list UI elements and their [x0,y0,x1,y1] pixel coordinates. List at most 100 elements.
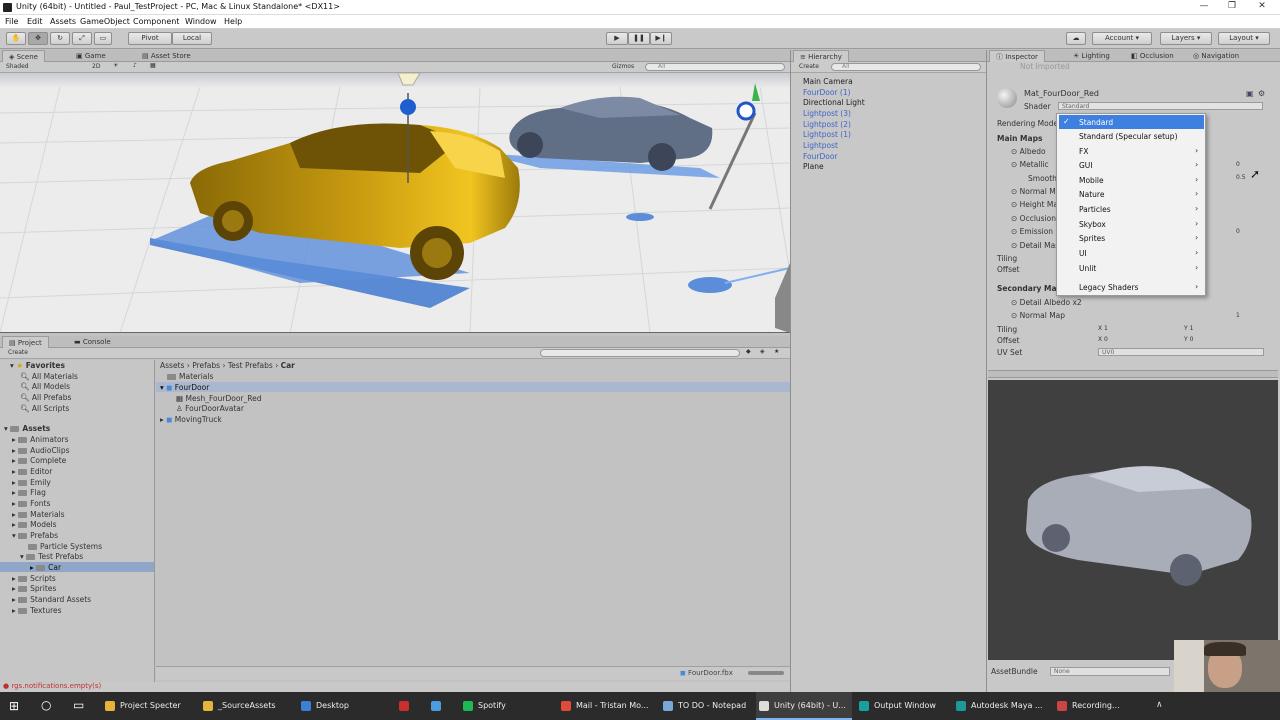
asset-folder[interactable]: ▸ Editor [12,467,52,476]
preview-divider[interactable] [988,370,1278,378]
hierarchy-item[interactable]: FourDoor (1) [803,88,851,97]
hierarchy-search-input[interactable]: All [831,63,981,71]
taskbar-item[interactable]: Mail - Tristan Mo... [558,692,654,720]
shader-menu-fx[interactable]: FX [1079,147,1088,156]
layout-dropdown[interactable]: Layout ▾ [1218,32,1270,45]
tab-hierarchy[interactable]: ≡ Hierarchy [793,50,849,62]
light-toggle-icon[interactable]: ☀ [113,62,118,69]
scene-search-input[interactable]: All [645,63,785,71]
menu-component[interactable]: Component [133,17,179,26]
2d-toggle[interactable]: 2D [92,63,100,70]
file-item[interactable]: Materials [167,372,213,381]
file-item[interactable]: ▸ ◼ MovingTruck [160,415,222,424]
help-icon[interactable]: ▣ [1246,89,1254,98]
menu-help[interactable]: Help [224,17,242,26]
height-map-label[interactable]: ⊙ Height Map [1011,200,1063,209]
asset-folder[interactable]: ▸ AudioClips [12,446,70,455]
breadcrumb-item-current[interactable]: Car [281,361,295,370]
hierarchy-item[interactable]: Lightpost (1) [803,130,851,139]
shader-menu-skybox[interactable]: Skybox [1079,220,1106,229]
favorite-item[interactable]: 🔍︎ All Materials [20,372,78,381]
tab-occlusion[interactable]: ◧ Occlusion [1125,50,1180,62]
shader-menu-legacy[interactable]: Legacy Shaders [1079,283,1138,292]
asset-folder[interactable]: ▸ Textures [12,606,62,615]
cloud-icon[interactable]: ☁ [1066,32,1086,45]
asset-folder[interactable]: ▾ Prefabs [12,531,58,540]
hierarchy-item[interactable]: Lightpost [803,141,838,150]
hierarchy-item[interactable]: Lightpost (2) [803,120,851,129]
assetbundle-dropdown[interactable]: None [1050,667,1170,676]
favorite-item[interactable]: 🔍︎ All Models [20,382,70,391]
breadcrumb-item[interactable]: Prefabs [192,361,220,370]
file-item[interactable]: ▦ Mesh_FourDoor_Red [176,394,262,403]
asset-folder[interactable]: ▸ Animators [12,435,69,444]
taskbar-item[interactable]: Recording... [1054,692,1150,720]
favorites-header[interactable]: ▾ ★ Favorites [10,361,65,370]
breadcrumb-item[interactable]: Test Prefabs [228,361,273,370]
tab-project[interactable]: ▤ Project [2,336,49,348]
hierarchy-item[interactable]: Directional Light [803,98,865,107]
asset-folder-car[interactable]: ▸ Car [30,563,61,572]
taskbar-item-active[interactable]: Unity (64bit) - U... [756,692,852,720]
taskbar-item-vivaldi[interactable] [396,692,422,720]
star-icon[interactable]: ★ [774,348,779,355]
icon-size-slider[interactable] [748,671,784,675]
asset-folder[interactable]: ▸ Scripts [12,574,56,583]
taskbar-item[interactable]: Spotify [460,692,552,720]
asset-folder[interactable]: Particle Systems [28,542,102,551]
shader-menu-mobile[interactable]: Mobile [1079,176,1104,185]
file-item[interactable]: ♙ FourDoorAvatar [176,404,244,413]
tiling-2-y[interactable]: Y 1 [1184,325,1193,332]
taskbar-item[interactable]: Autodesk Maya ... [953,692,1049,720]
material-preview-area[interactable] [988,380,1278,660]
tab-navigation[interactable]: ◎ Navigation [1187,50,1245,62]
menu-edit[interactable]: Edit [27,17,43,26]
play-icon[interactable]: ▶ [606,32,628,45]
assets-header[interactable]: ▾ Assets [4,424,50,433]
effects-toggle-icon[interactable]: ▦ [150,62,156,69]
favorite-item[interactable]: 🔍︎ All Scripts [20,404,69,413]
audio-toggle-icon[interactable]: ♪ [133,62,137,69]
tab-game[interactable]: ▣ Game [70,50,112,62]
asset-folder[interactable]: ▸ Standard Assets [12,595,91,604]
close-icon[interactable]: ✕ [1248,1,1276,13]
account-dropdown[interactable]: Account ▾ [1092,32,1152,45]
windows-start-icon[interactable]: ⊞ [9,699,19,713]
shader-menu-standard[interactable]: Standard [1079,118,1113,127]
shader-dropdown[interactable]: Standard [1058,102,1263,110]
shader-menu-nature[interactable]: Nature [1079,190,1104,199]
scale-tool-icon[interactable]: ⤢ [72,32,92,45]
menu-gameobject[interactable]: GameObject [80,17,130,26]
move-tool-icon[interactable]: ✥ [28,32,48,45]
console-status-bar[interactable]: ● rgs.notifications.empty(s) [0,682,790,692]
scene-view[interactable] [0,73,790,333]
local-toggle[interactable]: Local [172,32,212,45]
uv-set-dropdown[interactable]: UV0 [1098,348,1264,356]
task-view-icon[interactable]: ▭ [73,698,84,712]
shader-menu-sprites[interactable]: Sprites [1079,234,1105,243]
metallic-label[interactable]: ⊙ Metallic [1011,160,1049,169]
hierarchy-item[interactable]: FourDoor [803,152,838,161]
hierarchy-create-dropdown[interactable]: Create [799,63,819,70]
taskbar-item-chrome[interactable] [428,692,454,720]
smoothness-value[interactable]: 0.5 [1236,174,1246,181]
tab-inspector[interactable]: ⓘ Inspector [989,50,1045,62]
taskbar-item[interactable]: Project Specter [102,692,198,720]
menu-assets[interactable]: Assets [50,17,76,26]
hierarchy-item[interactable]: Main Camera [803,77,853,86]
pause-icon[interactable]: ❚❚ [628,32,650,45]
asset-folder[interactable]: ▸ Fonts [12,499,50,508]
shader-menu-particles[interactable]: Particles [1079,205,1111,214]
asset-folder[interactable]: ▾ Test Prefabs [20,552,83,561]
offset-2-x[interactable]: X 0 [1098,336,1108,343]
shader-menu-gui[interactable]: GUI [1079,161,1093,170]
gear-icon[interactable]: ⚙ [1258,89,1265,98]
restore-icon[interactable]: ❐ [1218,1,1246,13]
detail-albedo-label[interactable]: ⊙ Detail Albedo x2 [1011,298,1082,307]
normal-map-2-label[interactable]: ⊙ Normal Map [1011,311,1065,320]
taskbar-item[interactable]: _SourceAssets [200,692,296,720]
hierarchy-item[interactable]: Lightpost (3) [803,109,851,118]
hand-tool-icon[interactable]: ✋ [6,32,26,45]
file-item[interactable]: ▾ ◼ FourDoor [160,383,209,392]
asset-folder[interactable]: ▸ Sprites [12,584,56,593]
